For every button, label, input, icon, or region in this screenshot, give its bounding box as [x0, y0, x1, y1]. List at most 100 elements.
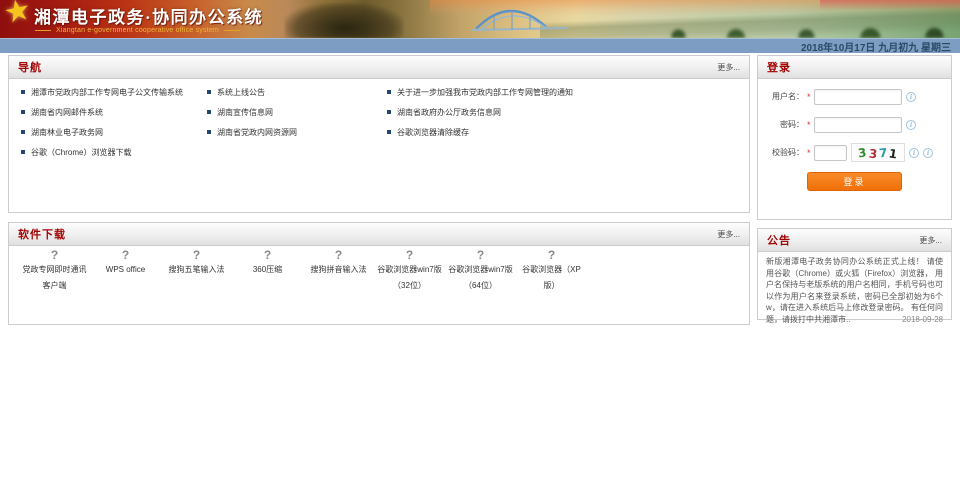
captcha-label: 校验码： [758, 147, 804, 158]
software-more-link[interactable]: 更多... [717, 229, 740, 240]
bullet-icon [207, 110, 211, 114]
software-panel-header: 软件下载 更多... [9, 223, 749, 246]
bullet-icon [207, 90, 211, 94]
page: ★ ★ 湘潭电子政务·协同办公系统 Xiangtan e-government … [0, 0, 960, 483]
software-list: ? 党政专网即时通讯客户端 ? WPS office ? 搜狗五笔输入法 ? 3… [9, 246, 749, 294]
captcha-refresh-icon[interactable]: i [909, 148, 919, 158]
nav-more-link[interactable]: 更多... [717, 62, 740, 73]
required-mark: * [807, 120, 812, 130]
bullet-icon [387, 130, 391, 134]
nav-panel-header: 导航 更多... [9, 56, 749, 79]
password-input[interactable] [814, 117, 902, 133]
bridge-graphic [472, 2, 572, 38]
statue-silhouette-decor [285, 3, 403, 38]
software-panel-title: 软件下载 [18, 226, 66, 242]
bullet-icon [21, 150, 25, 154]
captcha-row: 校验码： * 3 3 7 1 i i [758, 144, 945, 161]
username-info-icon[interactable]: i [906, 92, 916, 102]
nav-link[interactable]: 谷歌（Chrome）浏览器下载 [21, 142, 207, 162]
password-info-icon[interactable]: i [906, 120, 916, 130]
required-mark: * [807, 148, 812, 158]
nav-link-label: 湘潭市党政内部工作专网电子公文传输系统 [31, 87, 183, 98]
nav-link[interactable]: 湖南林业电子政务网 [21, 122, 207, 142]
bullet-icon [207, 130, 211, 134]
banner: ★ ★ 湘潭电子政务·协同办公系统 Xiangtan e-government … [0, 0, 960, 38]
captcha-input[interactable] [814, 145, 847, 161]
nav-panel-title: 导航 [18, 59, 42, 75]
nav-panel: 导航 更多... 湘潭市党政内部工作专网电子公文传输系统 湖南省内网邮件系统 湖… [8, 55, 750, 213]
software-item[interactable]: ? 搜狗五笔输入法 [161, 255, 232, 294]
captcha-info-icon[interactable]: i [923, 148, 933, 158]
star-icon: ★ [1, 0, 35, 31]
software-item-label: WPS office [90, 262, 161, 278]
username-input[interactable] [814, 89, 902, 105]
username-label: 用户名： [758, 91, 804, 102]
username-row: 用户名： * i [758, 88, 945, 105]
site-title: 湘潭电子政务·协同办公系统 [34, 3, 263, 28]
nav-column-1: 湘潭市党政内部工作专网电子公文传输系统 湖南省内网邮件系统 湖南林业电子政务网 … [21, 82, 207, 162]
bullet-icon [21, 110, 25, 114]
announcement-panel-header: 公告 更多... [758, 229, 951, 252]
software-item[interactable]: ? 谷歌浏览器win7版（64位） [445, 255, 516, 294]
software-item-label: 搜狗五笔输入法 [161, 262, 232, 278]
banner-trees-decor [640, 23, 960, 38]
nav-link[interactable]: 关于进一步加强我市党政内部工作专网管理的通知 [387, 82, 749, 102]
required-mark: * [807, 92, 812, 102]
password-label: 密码： [758, 119, 804, 130]
software-item[interactable]: ? 360压缩 [232, 255, 303, 294]
announcement-body: 新版湘潭电子政务协同办公系统正式上线！ 请使用谷歌（Chrome）或火狐（Fir… [758, 252, 951, 325]
login-button[interactable]: 登录 [807, 172, 902, 191]
software-item[interactable]: ? 搜狗拼音输入法 [303, 255, 374, 294]
announcement-panel: 公告 更多... 新版湘潭电子政务协同办公系统正式上线！ 请使用谷歌（Chrom… [757, 228, 952, 320]
site-subtitle: Xiangtan e-government cooperative office… [35, 27, 245, 34]
captcha-digit: 3 [868, 147, 878, 160]
subtitle-line-left [35, 30, 51, 31]
nav-link[interactable]: 湖南省内网邮件系统 [21, 102, 207, 122]
software-item-label: 搜狗拼音输入法 [303, 262, 374, 278]
nav-link[interactable]: 湖南省政府办公厅政务信息网 [387, 102, 749, 122]
captcha-image[interactable]: 3 3 7 1 [851, 143, 905, 162]
nav-link[interactable]: 湖南省党政内网资源网 [207, 122, 387, 142]
nav-link-label: 关于进一步加强我市党政内部工作专网管理的通知 [397, 87, 573, 98]
software-item-label: 360压缩 [232, 262, 303, 278]
software-item[interactable]: ? 党政专网即时通讯客户端 [19, 255, 90, 294]
password-row: 密码： * i [758, 116, 945, 133]
nav-link-label: 谷歌浏览器清除缓存 [397, 127, 469, 138]
login-panel-header: 登录 [758, 56, 951, 79]
nav-link[interactable]: 系统上线公告 [207, 82, 387, 102]
software-item[interactable]: ? 谷歌浏览器（XP版） [516, 255, 587, 294]
nav-link[interactable]: 湘潭市党政内部工作专网电子公文传输系统 [21, 82, 207, 102]
nav-link[interactable]: 湖南宣传信息网 [207, 102, 387, 122]
nav-link-label: 湖南省党政内网资源网 [217, 127, 297, 138]
nav-links: 湘潭市党政内部工作专网电子公文传输系统 湖南省内网邮件系统 湖南林业电子政务网 … [9, 79, 749, 162]
nav-link-label: 湖南省内网邮件系统 [31, 107, 103, 118]
announcement-more-link[interactable]: 更多... [919, 235, 942, 246]
site-subtitle-text: Xiangtan e-government cooperative office… [56, 27, 219, 34]
nav-link-label: 谷歌（Chrome）浏览器下载 [31, 147, 131, 158]
announcement-date: 2018-09-28 [902, 314, 943, 326]
captcha-digit: 7 [878, 146, 887, 159]
software-panel: 软件下载 更多... ? 党政专网即时通讯客户端 ? WPS office ? … [8, 222, 750, 325]
bullet-icon [21, 130, 25, 134]
nav-link-label: 湖南省政府办公厅政务信息网 [397, 107, 501, 118]
software-item-label: 党政专网即时通讯客户端 [19, 262, 90, 294]
software-item-label: 谷歌浏览器win7版（64位） [445, 262, 516, 294]
bullet-icon [21, 90, 25, 94]
subtitle-line-right [224, 30, 240, 31]
login-panel-title: 登录 [767, 59, 791, 75]
announcement-panel-title: 公告 [767, 232, 791, 248]
date-bar: 2018年10月17日 九月初九 星期三 [0, 38, 960, 53]
bullet-icon [387, 90, 391, 94]
captcha-digit: 1 [888, 147, 898, 160]
nav-column-2: 系统上线公告 湖南宣传信息网 湖南省党政内网资源网 [207, 82, 387, 162]
captcha-digit: 3 [857, 146, 867, 159]
nav-link-label: 系统上线公告 [217, 87, 265, 98]
nav-column-3: 关于进一步加强我市党政内部工作专网管理的通知 湖南省政府办公厅政务信息网 谷歌浏… [387, 82, 749, 162]
software-item[interactable]: ? WPS office [90, 255, 161, 294]
nav-link-label: 湖南宣传信息网 [217, 107, 273, 118]
nav-link[interactable]: 谷歌浏览器清除缓存 [387, 122, 749, 142]
software-item[interactable]: ? 谷歌浏览器win7版（32位） [374, 255, 445, 294]
software-item-label: 谷歌浏览器（XP版） [516, 262, 587, 294]
nav-link-label: 湖南林业电子政务网 [31, 127, 103, 138]
login-panel: 登录 用户名： * i 密码： * i 校验码： * 3 3 [757, 55, 952, 220]
